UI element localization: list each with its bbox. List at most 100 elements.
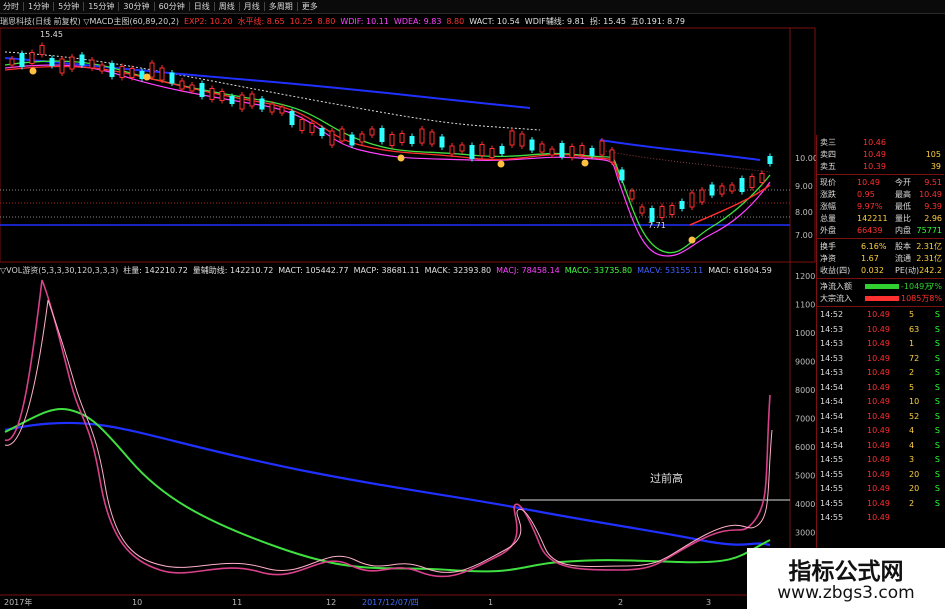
lower-title-item: MACK: 32393.80 (424, 265, 492, 275)
tick-price: 10.49 (867, 513, 890, 522)
tick-side: S (934, 397, 940, 406)
candle-body (279, 106, 285, 114)
candle-body (329, 130, 335, 146)
candle-body (199, 83, 205, 97)
quote-panel: 卖三 10.46 卖四 10.49 105 卖五 10.39 39 现价 10.49 今开 9.51 涨… (816, 135, 945, 609)
candle-body (519, 133, 525, 147)
tick-volume: 4 (909, 440, 915, 450)
order-volume: 39 (930, 162, 941, 171)
price-high-label: 15.45 (40, 30, 63, 39)
candle-body (599, 140, 605, 156)
candle-body (149, 62, 155, 78)
tick-side: S (934, 368, 940, 377)
stat-value: 9.97% (857, 202, 883, 211)
tick-time: 14:54 (820, 382, 844, 392)
tick-time: 14:54 (820, 411, 844, 421)
price-axis-label: 7.00 (795, 231, 813, 240)
candle-body (439, 136, 445, 148)
tick-price: 10.49 (867, 310, 890, 319)
quote-row: 14:52 10.49 5 S (817, 309, 944, 320)
order-label: 卖四 (820, 150, 836, 159)
candle-body (729, 184, 735, 192)
candle-body (179, 80, 185, 90)
price-axis-label: 8.00 (795, 208, 813, 217)
volume-axis-label: 5000 (795, 472, 815, 481)
toolbar-period-4[interactable]: 30分钟 (120, 0, 152, 13)
candle-body (499, 146, 505, 154)
candle-body (79, 54, 85, 66)
toolbar-separator (153, 2, 155, 11)
candle-body (359, 133, 365, 143)
tick-side: S (934, 339, 940, 348)
candle-body (379, 128, 385, 142)
candle-body (109, 63, 115, 77)
volume-axis-label: 6000 (795, 443, 815, 452)
toolbar-period-0[interactable]: 分时 (0, 0, 22, 13)
upper-title-item: 瑞恩科技(日线 前复权) ▽MACD主图(60,89,20,2) (0, 16, 179, 26)
toolbar-period-2[interactable]: 5分钟 (55, 0, 82, 13)
order-price: 10.49 (863, 150, 886, 159)
candle-body (259, 98, 265, 110)
toolbar-period-3[interactable]: 15分钟 (85, 0, 117, 13)
toolbar-period-10[interactable]: 更多 (299, 0, 321, 13)
tick-volume: 5 (909, 382, 915, 392)
stat-label: 涨幅 (820, 202, 836, 211)
candle-body (409, 136, 415, 144)
price-axis-label: 10.00 (795, 154, 818, 163)
candle-body (189, 84, 195, 92)
toolbar-period-6[interactable]: 日线 (191, 0, 213, 13)
toolbar-period-1[interactable]: 1分钟 (25, 0, 52, 13)
tick-time: 14:54 (820, 426, 844, 435)
quote-row: 14:53 10.49 72 S (817, 353, 944, 364)
tick-time: 14:53 (820, 324, 844, 334)
toolbar-period-7[interactable]: 周线 (216, 0, 238, 13)
stat-value: 2.31亿 (916, 254, 942, 263)
candle-body (29, 52, 35, 64)
quote-row: 现价 10.49 今开 9.51 (817, 177, 944, 188)
watermark-title: 指标公式网 (788, 559, 904, 585)
candle-body (579, 145, 585, 155)
stat-value: 66439 (857, 226, 883, 235)
stat-label: 股本 (895, 242, 911, 251)
candle-body (9, 58, 15, 66)
tick-volume: 20 (909, 469, 920, 479)
candle-body (739, 178, 745, 192)
toolbar-period-5[interactable]: 60分钟 (156, 0, 188, 13)
order-price: 10.46 (863, 138, 886, 147)
candle-body (339, 128, 345, 142)
tick-time: 14:55 (820, 498, 844, 508)
tick-side: S (934, 310, 940, 319)
tick-volume: 1 (909, 339, 915, 348)
flow-percent: -7% (926, 282, 942, 291)
tick-time: 14:52 (820, 310, 844, 319)
candle-body (479, 144, 485, 156)
stat-label: 量比 (895, 214, 911, 223)
candle-body (619, 169, 625, 181)
quote-divider (817, 238, 944, 239)
upper-title-item: WACT: 10.54 (469, 16, 520, 26)
long-ma-dotted (4, 51, 541, 131)
candle-body (529, 139, 535, 151)
volume-axis-label: 3000 (795, 529, 815, 538)
lower-title-item: MACJ: 78458.14 (496, 265, 560, 275)
chart-canvas[interactable]: 10.00 9.00 8.00 7.00 15.45 7.71 12000110… (0, 0, 945, 609)
candle-body (539, 143, 545, 153)
x-axis-label: 12 (326, 598, 336, 607)
stat-label: 最低 (895, 202, 911, 211)
quote-row: 涨幅 9.97% 最低 9.39 (817, 201, 944, 212)
toolbar-period-9[interactable]: 多周期 (266, 0, 296, 13)
tick-side: S (934, 498, 940, 508)
candle-body (69, 56, 75, 70)
x-axis-label: 1 (488, 598, 493, 607)
tick-price: 10.49 (867, 469, 890, 479)
stat-value: 1.67 (861, 254, 879, 263)
quote-row: 14:53 10.49 1 S (817, 338, 944, 349)
tick-side: S (934, 469, 940, 479)
volume-axis-label: 7000 (795, 415, 815, 424)
volume-axis-label: 4000 (795, 500, 815, 509)
stat-label: 收益(四) (820, 266, 851, 275)
stat-label: 今开 (895, 178, 911, 187)
quote-row: 卖五 10.39 39 (817, 161, 944, 172)
stat-value: 242.2 (919, 266, 942, 275)
toolbar-period-8[interactable]: 月线 (241, 0, 263, 13)
